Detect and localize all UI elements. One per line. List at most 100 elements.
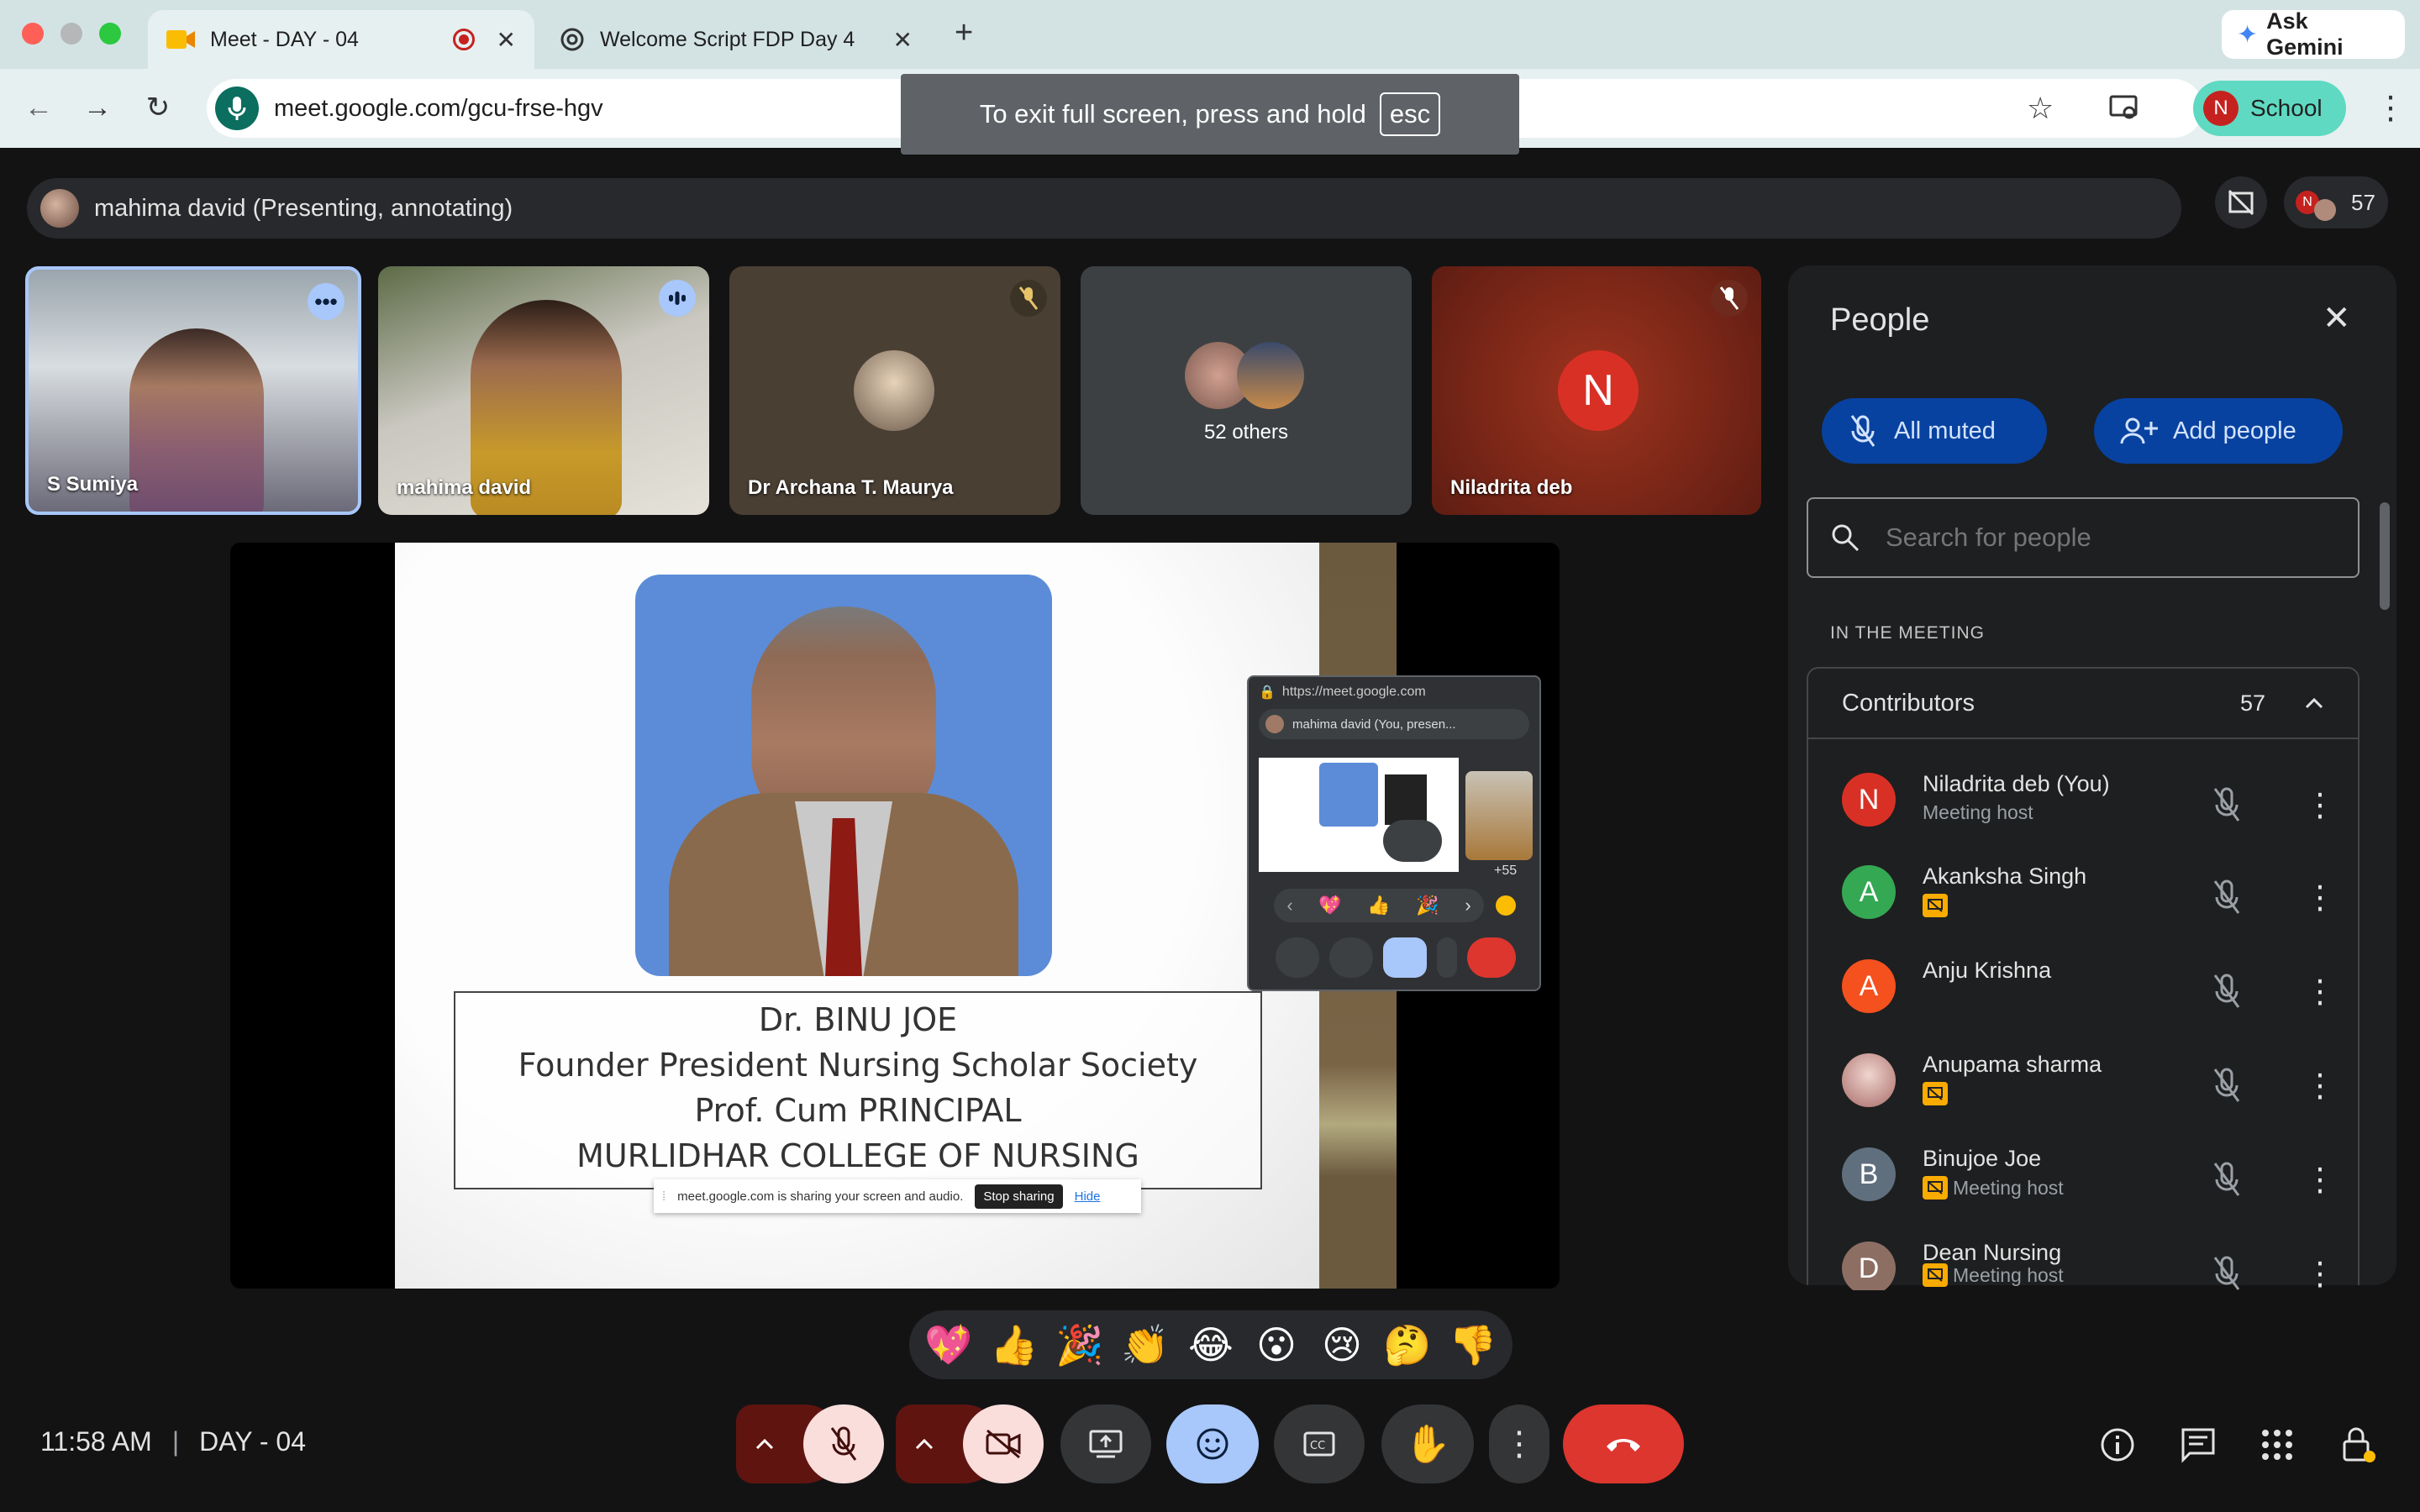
mic-off-icon[interactable] xyxy=(2212,879,2242,920)
pip-reaction-bar[interactable]: ‹ 💖 👍 🎉 › xyxy=(1274,889,1484,922)
more-vert-icon[interactable]: ⋮ xyxy=(2304,1161,2336,1199)
reaction-thumbs-up[interactable]: 👍 xyxy=(981,1322,1047,1368)
browser-menu-icon[interactable]: ⋮ xyxy=(2375,89,2407,127)
meeting-details-icon[interactable] xyxy=(2099,1426,2136,1467)
captions-button[interactable]: CC xyxy=(1274,1404,1365,1483)
picture-in-picture-window[interactable]: 🔒 https://meet.google.com mahima david (… xyxy=(1247,675,1541,991)
close-panel-icon[interactable]: ✕ xyxy=(2323,299,2351,338)
reactions-button[interactable] xyxy=(1166,1404,1259,1483)
more-vert-icon[interactable]: ⋮ xyxy=(2304,1255,2336,1290)
more-options-button[interactable]: ⋮ xyxy=(1489,1404,1549,1483)
bookmark-star-icon[interactable]: ☆ xyxy=(2027,91,2054,126)
maximize-window-button[interactable] xyxy=(99,23,121,45)
microphone-toggle-button[interactable] xyxy=(803,1404,884,1483)
more-vert-icon[interactable]: ⋮ xyxy=(2304,973,2336,1011)
close-window-button[interactable] xyxy=(22,23,44,45)
minimize-window-button[interactable] xyxy=(60,23,82,45)
chevron-right-icon[interactable]: › xyxy=(1465,895,1470,916)
microphone-active-icon[interactable] xyxy=(215,87,259,130)
hide-tiles-button[interactable] xyxy=(2215,176,2267,228)
more-vert-icon[interactable]: ⋮ xyxy=(2304,1067,2336,1105)
activities-grid-icon[interactable] xyxy=(2260,1428,2294,1466)
mic-off-icon[interactable] xyxy=(2212,973,2242,1014)
participant-name: Niladrita deb (You) xyxy=(1923,771,2110,796)
more-vert-icon[interactable]: ⋮ xyxy=(2304,786,2336,824)
search-people-field[interactable] xyxy=(1807,497,2360,578)
tab-welcome-script[interactable]: Welcome Script FDP Day 4 ✕ xyxy=(543,10,929,69)
participant-name: Dean Nursing xyxy=(1923,1240,2062,1265)
mic-off-icon[interactable] xyxy=(2212,786,2242,827)
skin-tone-picker[interactable] xyxy=(1496,895,1516,916)
reaction-party[interactable]: 🎉 xyxy=(1047,1322,1113,1368)
video-tile-niladrita-deb[interactable]: N Niladrita deb xyxy=(1432,266,1761,515)
participant-row[interactable]: Anupama sharma ⋮ xyxy=(1828,1035,2358,1127)
contributors-header[interactable]: Contributors 57 xyxy=(1808,669,2358,739)
reaction-thinking[interactable]: 🤔 xyxy=(1375,1322,1440,1368)
add-people-button[interactable]: Add people xyxy=(2094,398,2343,464)
reaction-heart[interactable]: 💖 xyxy=(916,1322,981,1368)
video-tile-mahima-david[interactable]: mahima david xyxy=(378,266,709,515)
pip-present-button[interactable] xyxy=(1383,937,1427,978)
reaction-sad[interactable]: 😢 xyxy=(1309,1322,1375,1368)
participant-row[interactable]: A Anju Krishna ⋮ xyxy=(1828,941,2358,1033)
layout-off-icon xyxy=(2228,189,2254,216)
close-tab-icon[interactable]: ✕ xyxy=(497,26,516,54)
presenter-avatar xyxy=(40,189,79,228)
stop-sharing-button[interactable]: Stop sharing xyxy=(975,1184,1063,1209)
hide-link[interactable]: Hide xyxy=(1075,1189,1101,1204)
pip-camera-button[interactable] xyxy=(1329,937,1373,978)
reaction-clap[interactable]: 👏 xyxy=(1113,1322,1178,1368)
raise-hand-button[interactable]: ✋ xyxy=(1381,1404,1474,1483)
mic-off-icon[interactable] xyxy=(2212,1255,2242,1290)
ask-gemini-button[interactable]: ✦ Ask Gemini xyxy=(2222,8,2405,60)
mic-off-icon xyxy=(830,1426,857,1461)
back-icon[interactable]: ← xyxy=(24,92,54,123)
host-controls-icon[interactable] xyxy=(2339,1425,2376,1469)
pip-mic-button[interactable] xyxy=(1276,937,1319,978)
chevron-left-icon[interactable]: ‹ xyxy=(1286,895,1292,916)
annotate-button[interactable] xyxy=(1383,820,1442,862)
close-tab-icon[interactable]: ✕ xyxy=(893,26,913,54)
mic-off-icon[interactable] xyxy=(2212,1161,2242,1202)
pip-leave-button[interactable] xyxy=(1467,937,1516,978)
drag-handle-icon[interactable]: ⁞ xyxy=(662,1189,666,1204)
participant-row[interactable]: B Binujoe Joe Meeting host ⋮ xyxy=(1828,1129,2358,1221)
participant-row[interactable]: D Dean Nursing Meeting host ⋮ xyxy=(1828,1223,2358,1290)
video-tile-others[interactable]: 52 others xyxy=(1081,266,1412,515)
reload-icon[interactable]: ↻ xyxy=(143,92,173,123)
mute-all-button[interactable]: All muted xyxy=(1822,398,2047,464)
presenter-banner[interactable]: mahima david (Presenting, annotating) xyxy=(27,178,2181,239)
mic-off-icon[interactable] xyxy=(2212,1067,2242,1108)
meeting-name: DAY - 04 xyxy=(199,1426,307,1457)
present-screen-button[interactable] xyxy=(1060,1404,1151,1483)
pip-self-video xyxy=(1465,771,1533,860)
camera-off-icon xyxy=(986,1429,1021,1459)
reaction-thumbs-down[interactable]: 👎 xyxy=(1440,1322,1506,1368)
leave-call-button[interactable] xyxy=(1563,1404,1684,1483)
url-text: meet.google.com/gcu-frse-hgv xyxy=(274,94,603,122)
video-tile-s-sumiya[interactable]: ••• S Sumiya xyxy=(25,266,361,515)
search-input[interactable] xyxy=(1886,522,2323,553)
participant-name: Binujoe Joe xyxy=(1923,1146,2042,1171)
more-options-icon[interactable]: ••• xyxy=(308,283,345,320)
camera-toggle-button[interactable] xyxy=(963,1404,1044,1483)
participant-row[interactable]: A Akanksha Singh ⋮ xyxy=(1828,847,2358,939)
more-vert-icon[interactable]: ⋮ xyxy=(2304,879,2336,916)
new-tab-icon[interactable]: + xyxy=(955,15,973,51)
profile-button[interactable]: N School xyxy=(2193,81,2346,136)
chat-icon[interactable] xyxy=(2180,1426,2217,1467)
cast-icon[interactable] xyxy=(2109,94,2139,123)
tab-meet[interactable]: Meet - DAY - 04 ✕ xyxy=(148,10,534,69)
pip-more-button[interactable] xyxy=(1437,937,1457,978)
forward-icon[interactable]: → xyxy=(82,92,113,123)
panel-title: People xyxy=(1830,302,1930,338)
video-tile-archana-maurya[interactable]: Dr Archana T. Maurya xyxy=(729,266,1060,515)
participants-button[interactable]: N 57 xyxy=(2284,176,2388,228)
panel-scrollbar[interactable] xyxy=(2380,502,2390,610)
avatar: B xyxy=(1842,1147,1896,1201)
presenting-badge-icon xyxy=(1923,1263,1948,1287)
participant-name: Anupama sharma xyxy=(1923,1052,2102,1077)
reaction-surprised[interactable]: 😮 xyxy=(1244,1322,1309,1368)
reaction-laugh[interactable]: 😂 xyxy=(1178,1322,1244,1368)
participant-row[interactable]: N Niladrita deb (You) Meeting host ⋮ xyxy=(1828,754,2358,847)
